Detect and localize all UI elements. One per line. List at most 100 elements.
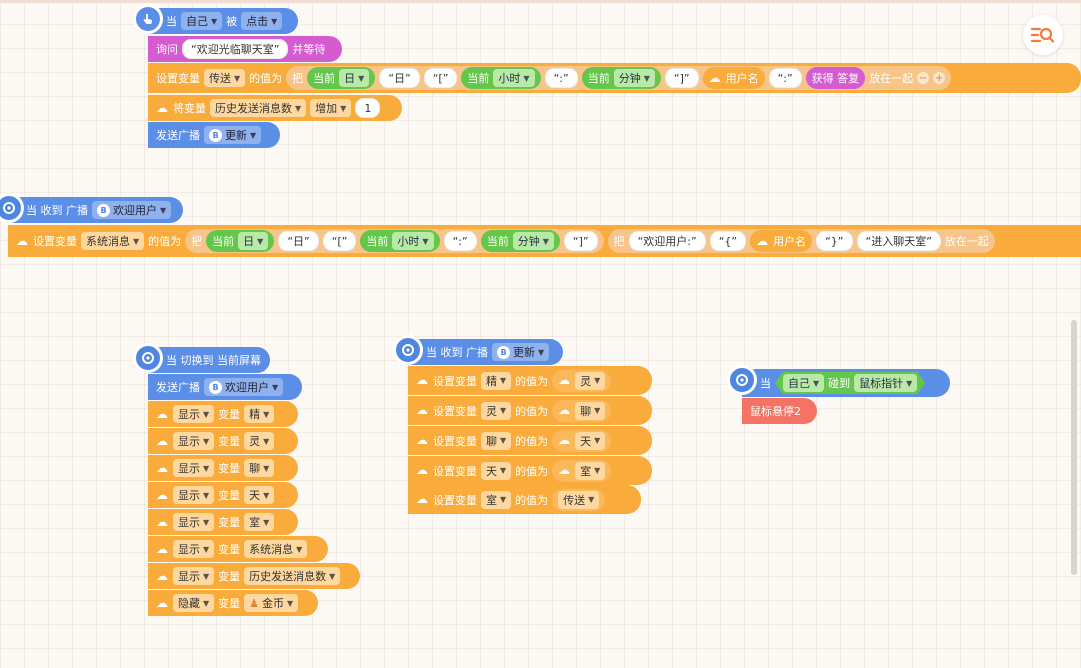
string-slot[interactable]: “:” xyxy=(768,68,802,88)
broadcast-icon: B xyxy=(97,203,110,217)
variable-dropdown[interactable]: 天 ▼ xyxy=(481,461,512,480)
string-slot[interactable]: “:” xyxy=(544,68,578,88)
set-variable-block[interactable]: ☁ 设置变量 室 ▼ 的值为 传送 ▼ xyxy=(408,485,641,514)
when-clicked-hat[interactable]: 当 自己 ▼ 被 点击 ▼ xyxy=(148,8,298,34)
current-minute-reporter[interactable]: 当前 分钟 ▼ xyxy=(581,67,661,89)
visibility-dropdown[interactable]: 显示 ▼ xyxy=(173,567,215,585)
self-dropdown[interactable]: 自己 ▼ xyxy=(783,374,824,392)
target-dropdown[interactable]: 自己 ▼ xyxy=(181,12,223,30)
string-slot[interactable]: “[” xyxy=(423,68,458,88)
variable-dropdown[interactable]: 室 ▼ xyxy=(244,513,275,531)
target-dropdown[interactable]: 鼠标指针 ▼ xyxy=(854,374,917,392)
set-variable-block[interactable]: ☁ 设置变量 系统消息 ▼ 的值为 把 当前日 ▼ “日” “[” 当前 小时 ▼ “:… xyxy=(8,225,1081,257)
plus-icon[interactable]: + xyxy=(933,72,946,84)
var-label: 变量 xyxy=(218,516,241,529)
variable-dropdown[interactable]: 聊 ▼ xyxy=(244,459,275,477)
show-variable-block[interactable]: ☁ 显示 ▼ 变量 系统消息 ▼ xyxy=(148,536,328,562)
visibility-dropdown[interactable]: 显示 ▼ xyxy=(173,486,215,504)
touching-condition[interactable]: 自己 ▼ 碰到 鼠标指针 ▼ xyxy=(775,372,925,394)
visibility-dropdown[interactable]: 隐藏 ▼ xyxy=(173,594,215,612)
when-receive-broadcast-hat[interactable]: 当 收到 广播 B 更新 ▼ xyxy=(408,339,563,365)
variable-dropdown[interactable]: 灵 ▼ xyxy=(481,401,512,420)
variable-dropdown[interactable]: 精 ▼ xyxy=(481,371,512,390)
variable-dropdown[interactable]: 历史发送消息数 ▼ xyxy=(210,99,307,117)
vertical-scrollbar[interactable] xyxy=(1071,320,1077,575)
set-variable-block[interactable]: ☁ 设置变量 精 ▼ 的值为 ☁ 灵 ▼ xyxy=(408,366,652,395)
show-variable-block[interactable]: ☁ 显示 ▼ 变量 精 ▼ xyxy=(148,401,298,427)
join-block[interactable]: 把 当前日 ▼ “日” “[” 当前 小时 ▼ “:” 当前 分钟 ▼ “]” ☁ 用户名 … xyxy=(286,66,952,90)
set-variable-block[interactable]: ☁ 设置变量 灵 ▼ 的值为 ☁ 聊 ▼ xyxy=(408,396,652,425)
set-variable-block[interactable]: ☁ 设置变量 天 ▼ 的值为 ☁ 室 ▼ xyxy=(408,456,652,485)
current-hour-reporter[interactable]: 当前 小时 ▼ xyxy=(360,230,440,252)
visibility-dropdown[interactable]: 显示 ▼ xyxy=(173,540,215,558)
current-minute-reporter[interactable]: 当前 分钟 ▼ xyxy=(480,230,560,252)
string-slot[interactable]: “:” xyxy=(443,231,477,251)
username-reporter[interactable]: ☁ 用户名 xyxy=(702,67,765,89)
variable-reporter[interactable]: ☁ 灵 ▼ xyxy=(552,369,612,392)
broadcast-dropdown[interactable]: B 欢迎用户 ▼ xyxy=(204,378,284,396)
string-slot[interactable]: “}” xyxy=(816,231,853,251)
variable-dropdown[interactable]: ♟ 金币 ▼ xyxy=(244,594,299,612)
ask-block[interactable]: 询问 “欢迎光临聊天室” 并等待 xyxy=(148,36,342,62)
current-day-reporter[interactable]: 当前日 ▼ xyxy=(206,230,275,252)
broadcast-dropdown[interactable]: B 欢迎用户 ▼ xyxy=(92,201,172,219)
variable-dropdown[interactable]: 历史发送消息数 ▼ xyxy=(244,567,341,585)
logo-icon[interactable] xyxy=(1023,15,1063,55)
variable-dropdown[interactable]: 精 ▼ xyxy=(244,405,275,423)
variable-reporter[interactable]: ☁ 室 ▼ xyxy=(552,459,612,482)
visibility-dropdown[interactable]: 显示 ▼ xyxy=(173,513,215,531)
visibility-dropdown[interactable]: 显示 ▼ xyxy=(173,459,215,477)
answer-reporter[interactable]: 获得 答复 xyxy=(805,67,866,89)
variable-reporter[interactable]: 传送 ▼ xyxy=(552,488,606,511)
string-slot[interactable]: “日” xyxy=(379,68,420,88)
send-broadcast-block[interactable]: 发送广播 B 欢迎用户 ▼ xyxy=(148,374,302,400)
change-variable-block[interactable]: ☁ 将变量 历史发送消息数 ▼ 增加 ▼ 1 xyxy=(148,95,402,121)
variable-reporter[interactable]: ☁ 聊 ▼ xyxy=(552,399,612,422)
when-receive-broadcast-hat[interactable]: 当 收到 广播 B 欢迎用户 ▼ xyxy=(8,197,183,223)
send-broadcast-block[interactable]: 发送广播 B 更新 ▼ xyxy=(148,122,280,148)
variable-dropdown[interactable]: 系统消息 ▼ xyxy=(244,540,308,558)
scratch-workspace[interactable]: { "common": { "when": "当", "is": "被", "s… xyxy=(0,0,1081,668)
string-slot[interactable]: “[” xyxy=(322,231,357,251)
ask-string[interactable]: “欢迎光临聊天室” xyxy=(182,39,289,59)
minus-icon[interactable]: − xyxy=(917,72,930,84)
join-block[interactable]: 把 “欢迎用户:” “{” ☁ 用户名 “}” “进入聊天室” 放在一起 xyxy=(607,229,995,253)
string-slot[interactable]: “欢迎用户:” xyxy=(628,231,706,251)
when-switch-screen-hat[interactable]: 当 切换到 当前屏幕 xyxy=(148,347,270,373)
operation-dropdown[interactable]: 增加 ▼ xyxy=(310,99,352,117)
hide-variable-block[interactable]: ☁ 隐藏 ▼ 变量 ♟ 金币 ▼ xyxy=(148,590,318,616)
broadcast-dropdown[interactable]: B 更新 ▼ xyxy=(492,343,550,361)
custom-block[interactable]: 鼠标悬停2 xyxy=(742,398,817,424)
number-input[interactable]: 1 xyxy=(355,98,381,118)
variable-dropdown[interactable]: 传送 ▼ xyxy=(204,69,246,87)
visibility-dropdown[interactable]: 显示 ▼ xyxy=(173,405,215,423)
show-variable-block[interactable]: ☁ 显示 ▼ 变量 灵 ▼ xyxy=(148,428,298,454)
set-variable-block[interactable]: ☁ 设置变量 聊 ▼ 的值为 ☁ 天 ▼ xyxy=(408,426,652,455)
action-dropdown[interactable]: 点击 ▼ xyxy=(241,12,283,30)
send-bc-label: 发送广播 xyxy=(156,381,200,394)
cloud-icon: ☁ xyxy=(156,406,168,421)
current-day-reporter[interactable]: 当前日 ▼ xyxy=(307,67,376,89)
broadcast-dropdown[interactable]: B 更新 ▼ xyxy=(204,126,262,144)
string-slot[interactable]: “]” xyxy=(563,231,598,251)
variable-reporter[interactable]: ☁ 天 ▼ xyxy=(552,429,612,452)
current-hour-reporter[interactable]: 当前 小时 ▼ xyxy=(461,67,541,89)
show-variable-block[interactable]: ☁ 显示 ▼ 变量 室 ▼ xyxy=(148,509,298,535)
variable-dropdown[interactable]: 天 ▼ xyxy=(244,486,275,504)
variable-dropdown[interactable]: 灵 ▼ xyxy=(244,432,275,450)
when-touching-hat[interactable]: 当 自己 ▼ 碰到 鼠标指针 ▼ xyxy=(742,369,950,397)
show-variable-block[interactable]: ☁ 显示 ▼ 变量 天 ▼ xyxy=(148,482,298,508)
show-variable-block[interactable]: ☁ 显示 ▼ 变量 聊 ▼ xyxy=(148,455,298,481)
show-variable-block[interactable]: ☁ 显示 ▼ 变量 历史发送消息数 ▼ xyxy=(148,563,360,589)
join-block[interactable]: 把 当前日 ▼ “日” “[” 当前 小时 ▼ “:” 当前 分钟 ▼ “]” xyxy=(185,229,604,253)
variable-dropdown[interactable]: 系统消息 ▼ xyxy=(81,232,145,250)
string-slot[interactable]: “进入聊天室” xyxy=(856,231,941,251)
variable-dropdown[interactable]: 室 ▼ xyxy=(481,490,512,509)
variable-dropdown[interactable]: 聊 ▼ xyxy=(481,431,512,450)
string-slot[interactable]: “{” xyxy=(709,231,747,251)
string-slot[interactable]: “日” xyxy=(278,231,319,251)
set-variable-block[interactable]: 设置变量 传送 ▼ 的值为 把 当前日 ▼ “日” “[” 当前 小时 ▼ “:” 当前… xyxy=(148,63,1081,93)
visibility-dropdown[interactable]: 显示 ▼ xyxy=(173,432,215,450)
username-reporter[interactable]: ☁ 用户名 xyxy=(750,230,813,252)
string-slot[interactable]: “]” xyxy=(664,68,699,88)
